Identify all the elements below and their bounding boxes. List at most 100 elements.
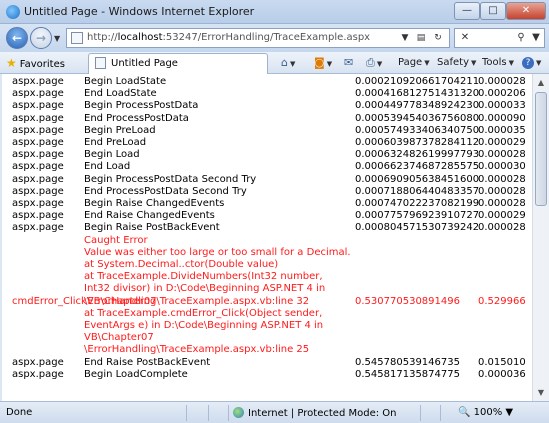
trace-category: aspx.page [12, 100, 64, 112]
trace-from-last: 0.000206 [478, 88, 526, 100]
ie-logo-icon [6, 5, 20, 19]
trace-from-first: 0.000574933406340750 [355, 124, 480, 136]
trace-message: End ProcessPostData [84, 112, 189, 124]
trace-category: aspx.page [12, 76, 64, 87]
page-icon [71, 32, 83, 44]
tools-menu[interactable]: Tools ▼ [482, 55, 514, 71]
trace-from-last: 0.000028 [478, 149, 526, 161]
trace-from-last: 0.000028 [478, 173, 526, 185]
command-bar: ★ Favorites Untitled Page ⌂ ▼ ◙ ▼ ✉ ⎙ ▼ Page… [0, 52, 549, 74]
vertical-scrollbar[interactable]: ▲ ▼ [532, 74, 549, 401]
maximize-button[interactable]: □ [480, 2, 506, 20]
mail-button[interactable]: ✉ [344, 55, 353, 71]
back-button[interactable]: ← [6, 27, 28, 49]
recent-pages-dropdown[interactable]: ▼ [54, 34, 60, 43]
trace-from-last: 0.000036 [478, 368, 526, 380]
refresh-icon[interactable]: ↻ [430, 30, 446, 46]
trace-message: Begin ProcessPostData [84, 100, 199, 112]
error-message-line: Value was either too large or too small … [84, 246, 351, 258]
favorites-button[interactable]: ★ Favorites [6, 55, 65, 71]
error-message-line: Caught Error [84, 234, 148, 246]
window-title: Untitled Page - Windows Internet Explore… [24, 5, 255, 18]
trace-from-first: 0.545817135874775 [355, 368, 460, 380]
address-dropdown-icon[interactable]: ▼ [397, 30, 413, 46]
trace-from-last: 0.000029 [478, 137, 526, 148]
trace-category: aspx.page [12, 222, 64, 234]
zoom-button[interactable]: 🔍 100% ▼ [458, 407, 513, 418]
rss-icon: ◙ [314, 56, 325, 69]
stop-icon[interactable]: ✕ [457, 30, 473, 46]
trace-category: aspx.page [12, 198, 64, 209]
safety-menu[interactable]: Safety ▼ [437, 55, 476, 71]
feeds-button[interactable]: ◙ ▼ [314, 55, 332, 71]
trace-from-first: 0.000210920661704211 [355, 76, 480, 87]
trace-category: aspx.page [12, 112, 64, 124]
trace-category: aspx.page [12, 210, 64, 222]
error-from-first: 0.530770530891496 [355, 295, 460, 307]
compatibility-view-icon[interactable]: ▤ [413, 30, 429, 46]
trace-category: aspx.page [12, 161, 64, 173]
trace-row: aspx.page Begin PreLoad 0.0005749334063407… [2, 125, 532, 137]
error-message-line: at System.Decimal..ctor(Double value) [84, 259, 279, 270]
trace-message: Begin LoadComplete [84, 368, 188, 380]
search-box[interactable]: ✕ ⚲ ▼ [454, 28, 545, 48]
scroll-down-icon[interactable]: ▼ [534, 385, 548, 400]
trace-category: aspx.page [12, 356, 64, 368]
address-url[interactable]: http://localhost:53247/ErrorHandling/Tra… [87, 32, 370, 43]
address-bar[interactable]: http://localhost:53247/ErrorHandling/Tra… [66, 28, 450, 48]
security-zone[interactable]: Internet | Protected Mode: On [233, 407, 396, 419]
scroll-up-icon[interactable]: ▲ [534, 75, 548, 90]
trace-row: aspx.page End PreLoad 0.000603987378284112… [2, 137, 532, 149]
tab-untitled-page[interactable]: Untitled Page [88, 53, 268, 74]
search-options-icon[interactable]: ▼ [528, 30, 544, 46]
trace-message: End PreLoad [84, 137, 147, 148]
trace-category: aspx.page [12, 185, 64, 197]
trace-row: aspx.page Begin Raise ChangedEvents 0.0007… [2, 198, 532, 210]
trace-from-last: 0.000030 [478, 161, 526, 173]
trace-from-last: 0.000033 [478, 100, 526, 112]
trace-from-first: 0.000690905638451600 [355, 173, 480, 185]
trace-category: aspx.page [12, 368, 64, 380]
trace-row: aspx.page Begin LoadComplete 0.54581713587… [2, 369, 532, 381]
page-menu[interactable]: Page ▼ [398, 55, 430, 71]
trace-message: End LoadState [84, 88, 157, 100]
home-button[interactable]: ⌂ ▼ [281, 55, 295, 71]
trace-from-first: 0.000775796923910727 [355, 210, 480, 222]
favorites-star-icon: ★ [6, 56, 17, 70]
trace-from-last: 0.000028 [478, 222, 526, 234]
forward-button[interactable]: → [30, 27, 52, 49]
help-button[interactable]: ? ▼ [522, 55, 541, 71]
search-icon[interactable]: ⚲ [513, 30, 529, 46]
home-icon: ⌂ [281, 56, 288, 69]
help-icon: ? [522, 57, 534, 69]
navigation-bar: ← → ▼ http://localhost:53247/ErrorHandli… [0, 24, 549, 52]
trace-from-first: 0.000747022237082199 [355, 198, 480, 209]
error-message-line: EventArgs e) in D:\Code\Beginning ASP.NE… [84, 320, 324, 331]
trace-row: aspx.page End ProcessPostData Second Try 0… [2, 186, 532, 198]
trace-message: Begin Load [84, 149, 140, 161]
trace-message: Begin ProcessPostData Second Try [84, 173, 257, 185]
trace-from-last: 0.000029 [478, 210, 526, 222]
trace-category: aspx.page [12, 173, 64, 185]
zoom-icon: 🔍 [458, 407, 471, 418]
status-text: Done [6, 407, 33, 418]
trace-category: aspx.page [12, 124, 64, 136]
error-category: cmdError_ClickVB\Chapter07 [12, 295, 157, 307]
trace-row: aspx.page Begin ProcessPostData 0.00044977… [2, 100, 532, 112]
trace-message: End Load [84, 161, 131, 173]
tab-page-icon [95, 57, 106, 69]
trace-row: aspx.page Begin ProcessPostData Second Tr… [2, 174, 532, 186]
minimize-button[interactable]: — [454, 2, 480, 20]
trace-category: aspx.page [12, 88, 64, 100]
trace-from-last: 0.000028 [478, 185, 526, 197]
scroll-thumb[interactable] [535, 92, 547, 206]
print-button[interactable]: ⎙ ▼ [366, 55, 382, 71]
trace-row: aspx.page End ProcessPostData 0.0005394540… [2, 113, 532, 125]
close-button[interactable]: ✕ [506, 2, 546, 20]
error-message-line: Int32 divisor) in D:\Code\Beginning ASP.… [84, 283, 326, 295]
trace-from-first: 0.000804571530739242 [355, 222, 480, 234]
trace-message: End Raise ChangedEvents [84, 210, 215, 222]
trace-from-last: 0.000090 [478, 112, 526, 124]
trace-from-first: 0.000449778348924230 [355, 100, 480, 112]
trace-message: Begin Raise PostBackEvent [84, 222, 220, 234]
